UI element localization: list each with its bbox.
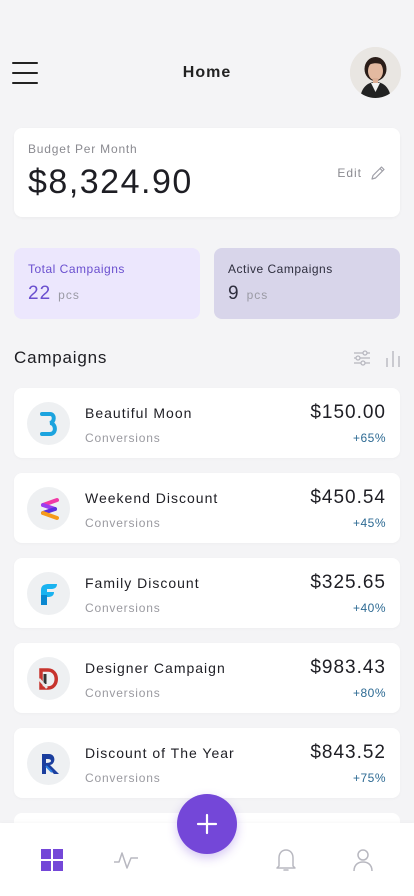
campaign-sub: Conversions	[85, 516, 161, 530]
nav-activity[interactable]	[113, 847, 139, 873]
total-campaigns-card[interactable]: Total Campaigns 22 pcs	[14, 248, 200, 319]
nav-dashboard[interactable]	[39, 847, 65, 873]
campaign-name: Weekend Discount	[85, 490, 219, 506]
nav-profile[interactable]	[350, 847, 376, 873]
list-item[interactable]: Beautiful Moon Conversions $150.00 +65%	[14, 388, 400, 458]
stat-label: Total Campaigns	[28, 262, 125, 276]
campaign-amount: $150.00	[310, 402, 386, 423]
campaign-name: Beautiful Moon	[85, 405, 193, 421]
campaign-change: +65%	[352, 431, 386, 445]
campaign-logo	[27, 572, 70, 615]
campaign-logo	[27, 742, 70, 785]
header: Home	[0, 44, 414, 102]
nav-notifications[interactable]	[273, 847, 299, 873]
campaign-sub: Conversions	[85, 686, 161, 700]
list-item[interactable]: Designer Campaign Conversions $983.43 +8…	[14, 643, 400, 713]
campaign-amount: $983.43	[310, 657, 386, 678]
budget-value: $8,324.90	[28, 163, 193, 201]
campaign-sub: Conversions	[85, 771, 161, 785]
campaign-logo	[27, 487, 70, 530]
pencil-icon	[371, 166, 385, 180]
edit-button[interactable]: Edit	[337, 165, 386, 181]
avatar[interactable]	[350, 47, 401, 98]
campaign-change: +40%	[352, 601, 386, 615]
section-title: Campaigns	[14, 348, 108, 367]
stat-label: Active Campaigns	[228, 262, 333, 276]
plus-icon	[196, 813, 218, 835]
campaign-logo	[27, 657, 70, 700]
stat-value: 22	[28, 283, 52, 304]
list-item[interactable]: Weekend Discount Conversions $450.54 +45…	[14, 473, 400, 543]
add-campaign-button[interactable]	[177, 794, 237, 854]
stat-unit: pcs	[246, 288, 269, 302]
dashboard-icon	[41, 849, 63, 871]
campaign-logo	[27, 402, 70, 445]
campaign-amount: $325.65	[310, 572, 386, 593]
campaign-name: Family Discount	[85, 575, 200, 591]
stat-value: 9	[228, 283, 240, 304]
list-item[interactable]: Family Discount Conversions $325.65 +40%	[14, 558, 400, 628]
bar-chart-icon[interactable]	[384, 348, 402, 368]
campaign-change: +45%	[352, 516, 386, 530]
user-avatar	[350, 47, 401, 98]
campaign-name: Discount of The Year	[85, 745, 235, 761]
campaign-change: +80%	[352, 686, 386, 700]
campaign-sub: Conversions	[85, 431, 161, 445]
r-logo-icon	[41, 753, 59, 774]
user-icon	[353, 849, 373, 872]
campaign-amount: $450.54	[310, 487, 386, 508]
budget-card: Budget Per Month $8,324.90 Edit	[14, 128, 400, 217]
stat-unit: pcs	[58, 288, 80, 302]
list-item[interactable]: Discount of The Year Conversions $843.52…	[14, 728, 400, 798]
campaign-sub: Conversions	[85, 601, 161, 615]
campaign-change: +75%	[352, 771, 386, 785]
bell-icon	[276, 849, 296, 871]
sliders-icon[interactable]	[352, 348, 372, 368]
active-campaigns-card[interactable]: Active Campaigns 9 pcs	[214, 248, 400, 319]
b-logo-icon	[39, 411, 57, 436]
budget-label: Budget Per Month	[28, 142, 138, 156]
campaign-name: Designer Campaign	[85, 660, 226, 676]
d-logo-icon	[37, 667, 58, 690]
edit-label: Edit	[337, 166, 362, 180]
f-logo-icon	[40, 583, 57, 605]
campaign-list: Beautiful Moon Conversions $150.00 +65% …	[14, 388, 400, 813]
menu-icon-line	[12, 82, 38, 84]
e-logo-icon	[40, 497, 59, 520]
campaign-amount: $843.52	[310, 742, 386, 763]
activity-icon	[114, 852, 138, 869]
